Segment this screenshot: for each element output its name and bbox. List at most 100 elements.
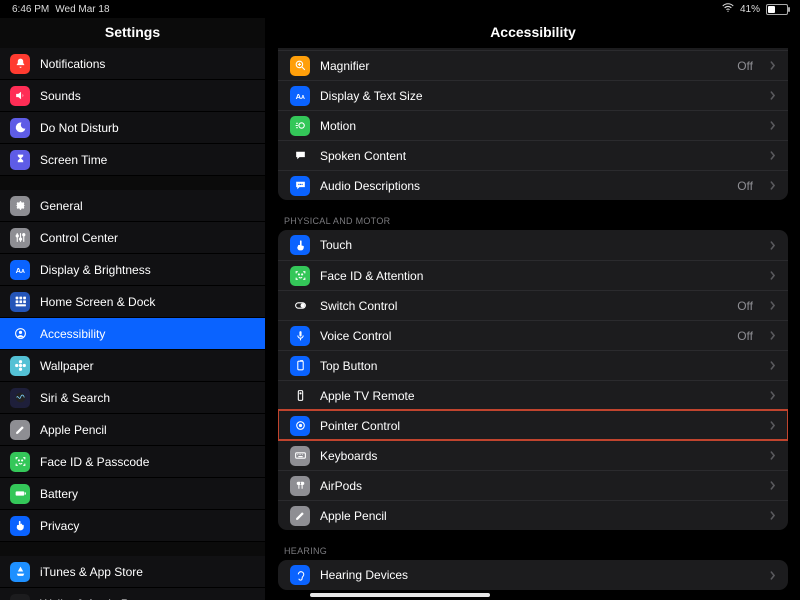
airpods-icon bbox=[290, 476, 310, 496]
sidebar-item-label: Accessibility bbox=[40, 327, 105, 341]
text-aa-icon: AA bbox=[290, 86, 310, 106]
detail-item-airpods[interactable]: AirPods bbox=[278, 470, 788, 500]
chevron-right-icon bbox=[769, 60, 776, 71]
detail-item-label: Magnifier bbox=[320, 59, 369, 73]
switch-control-icon bbox=[290, 296, 310, 316]
siri-icon bbox=[10, 388, 30, 408]
detail-item-switch[interactable]: Switch ControlOff bbox=[278, 290, 788, 320]
battery-icon bbox=[10, 484, 30, 504]
settings-sidebar: Settings NotificationsSoundsDo Not Distu… bbox=[0, 18, 266, 600]
pencil-icon bbox=[10, 420, 30, 440]
detail-item-label: Pointer Control bbox=[320, 419, 400, 433]
detail-item-textsize[interactable]: AADisplay & Text Size bbox=[278, 80, 788, 110]
chevron-right-icon bbox=[769, 240, 776, 251]
sidebar-item-pencil[interactable]: Apple Pencil bbox=[0, 414, 265, 446]
chevron-right-icon bbox=[769, 480, 776, 491]
grid-icon bbox=[10, 292, 30, 312]
detail-item-label: Face ID & Attention bbox=[320, 269, 423, 283]
detail-item-label: Top Button bbox=[320, 359, 377, 373]
detail-item-motion[interactable]: Motion bbox=[278, 110, 788, 140]
sidebar-item-label: Display & Brightness bbox=[40, 263, 151, 277]
detail-item-topbtn[interactable]: Top Button bbox=[278, 350, 788, 380]
svg-text:A: A bbox=[301, 95, 305, 101]
sliders-icon bbox=[10, 228, 30, 248]
faceid-icon bbox=[290, 266, 310, 286]
detail-item-label: AirPods bbox=[320, 479, 362, 493]
detail-item-label: Audio Descriptions bbox=[320, 179, 420, 193]
sidebar-item-general[interactable]: General bbox=[0, 190, 265, 222]
detail-scroll[interactable]: ZoomOffMagnifierOffAADisplay & Text Size… bbox=[266, 48, 800, 600]
detail-item-keyboards[interactable]: Keyboards bbox=[278, 440, 788, 470]
sidebar-item-label: Sounds bbox=[40, 89, 81, 103]
detail-item-label: Voice Control bbox=[320, 329, 391, 343]
chevron-right-icon bbox=[769, 510, 776, 521]
touch-icon bbox=[290, 235, 310, 255]
pencil-icon bbox=[290, 506, 310, 526]
gear-icon bbox=[10, 196, 30, 216]
sidebar-item-faceid[interactable]: Face ID & Passcode bbox=[0, 446, 265, 478]
detail-item-value: Off bbox=[737, 299, 753, 313]
detail-item-voice[interactable]: Voice Control Off bbox=[278, 320, 788, 350]
detail-item-tvremote[interactable]: Apple TV Remote bbox=[278, 380, 788, 410]
speaker-icon bbox=[10, 86, 30, 106]
detail-item-label: Touch bbox=[320, 238, 352, 252]
sidebar-item-label: Apple Pencil bbox=[40, 423, 107, 437]
audio-desc-icon bbox=[290, 176, 310, 196]
detail-item-spoken[interactable]: Spoken Content bbox=[278, 140, 788, 170]
status-time: 6:46 PM bbox=[12, 4, 49, 15]
detail-item-label: Keyboards bbox=[320, 449, 377, 463]
sidebar-item-notifications[interactable]: Notifications bbox=[0, 48, 265, 80]
sidebar-item-label: Privacy bbox=[40, 519, 79, 533]
sidebar-item-sounds[interactable]: Sounds bbox=[0, 80, 265, 112]
text-aa-icon: AA bbox=[10, 260, 30, 280]
sidebar-item-display[interactable]: AA Display & Brightness bbox=[0, 254, 265, 286]
detail-item-magnifier[interactable]: Magnifier Off bbox=[278, 50, 788, 80]
keyboard-icon bbox=[290, 446, 310, 466]
chevron-right-icon bbox=[769, 150, 776, 161]
sidebar-item-dnd[interactable]: Do Not Disturb bbox=[0, 112, 265, 144]
sidebar-item-label: Screen Time bbox=[40, 153, 107, 167]
detail-group: ZoomOffMagnifierOffAADisplay & Text Size… bbox=[278, 48, 788, 200]
sidebar-item-privacy[interactable]: Privacy bbox=[0, 510, 265, 542]
chevron-right-icon bbox=[769, 390, 776, 401]
sidebar-item-label: Home Screen & Dock bbox=[40, 295, 155, 309]
detail-item-label: Apple TV Remote bbox=[320, 389, 415, 403]
bell-icon bbox=[10, 54, 30, 74]
detail-group: Hearing Devices bbox=[278, 560, 788, 590]
appstore-icon bbox=[10, 562, 30, 582]
detail-item-audiodesc[interactable]: Audio Descriptions Off bbox=[278, 170, 788, 200]
sidebar-item-wallet[interactable]: Wallet & Apple Pay bbox=[0, 588, 265, 600]
ear-icon bbox=[290, 565, 310, 585]
sidebar-item-accessibility[interactable]: Accessibility bbox=[0, 318, 265, 350]
chevron-right-icon bbox=[769, 180, 776, 191]
bubble-icon bbox=[290, 146, 310, 166]
detail-item-hearing[interactable]: Hearing Devices bbox=[278, 560, 788, 590]
sidebar-item-siri[interactable]: Siri & Search bbox=[0, 382, 265, 414]
sidebar-item-appstore[interactable]: iTunes & App Store bbox=[0, 556, 265, 588]
chevron-right-icon bbox=[769, 420, 776, 431]
sidebar-scroll[interactable]: Notifications Sounds Do Not Disturb Screen … bbox=[0, 48, 265, 600]
chevron-right-icon bbox=[769, 330, 776, 341]
hourglass-icon bbox=[10, 150, 30, 170]
detail-item-value: Off bbox=[737, 179, 753, 193]
detail-item-pointer[interactable]: Pointer Control bbox=[278, 410, 788, 440]
detail-item-faceatt[interactable]: Face ID & Attention bbox=[278, 260, 788, 290]
sidebar-item-battery[interactable]: Battery bbox=[0, 478, 265, 510]
sidebar-item-label: Battery bbox=[40, 487, 78, 501]
detail-item-label: Hearing Devices bbox=[320, 568, 408, 582]
sidebar-item-label: General bbox=[40, 199, 83, 213]
detail-item-value: Off bbox=[737, 329, 753, 343]
detail-item-applepencil2[interactable]: Apple Pencil bbox=[278, 500, 788, 530]
sidebar-item-homescreen[interactable]: Home Screen & Dock bbox=[0, 286, 265, 318]
detail-item-touch[interactable]: Touch bbox=[278, 230, 788, 260]
detail-item-value: Off bbox=[737, 59, 753, 73]
status-bar: 6:46 PM Wed Mar 18 41% bbox=[0, 0, 800, 18]
home-indicator[interactable] bbox=[310, 593, 490, 597]
sidebar-item-screentime[interactable]: Screen Time bbox=[0, 144, 265, 176]
sidebar-item-label: Notifications bbox=[40, 57, 105, 71]
sidebar-item-label: Face ID & Passcode bbox=[40, 455, 149, 469]
chevron-right-icon bbox=[769, 90, 776, 101]
wallet-icon bbox=[10, 594, 30, 600]
sidebar-item-wallpaper[interactable]: Wallpaper bbox=[0, 350, 265, 382]
sidebar-item-controlcenter[interactable]: Control Center bbox=[0, 222, 265, 254]
